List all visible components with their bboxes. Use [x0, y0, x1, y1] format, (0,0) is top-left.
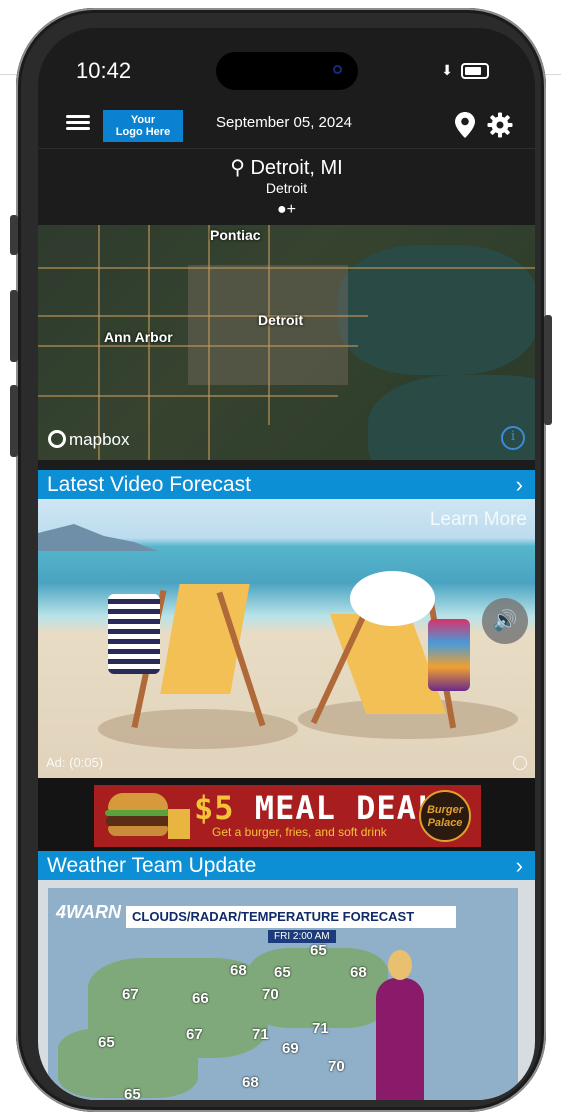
temp-label: 68	[350, 964, 367, 981]
app-header: Your Logo Here September 05, 2024	[38, 106, 535, 148]
header-date: September 05, 2024	[216, 114, 352, 131]
shadow	[98, 709, 298, 749]
ad-banner[interactable]: $5 MEAL DEAL Get a burger, fries, and so…	[94, 785, 481, 847]
temp-label: 68	[230, 962, 247, 979]
section-title: Latest Video Forecast	[47, 473, 251, 496]
speaker-icon[interactable]: 🔊	[482, 598, 528, 644]
location-subtitle: Detroit	[265, 180, 308, 196]
video-player[interactable]: Learn More 🔊 Ad: (0:05)	[38, 499, 535, 778]
dynamic-island	[216, 52, 358, 90]
silent-switch	[10, 215, 18, 255]
phone-screen: 10:42 ⬇ Your Logo Here September 05, 202…	[38, 28, 535, 1100]
radar-map[interactable]: Pontiac Ann Arbor Detroit mapbox i	[38, 225, 535, 460]
menu-icon[interactable]	[66, 112, 90, 134]
chevron-right-icon: ›	[515, 472, 523, 497]
camera-icon	[333, 65, 342, 74]
section-title: Weather Team Update	[47, 854, 257, 877]
battery-icon	[461, 63, 489, 80]
temp-label: 70	[262, 986, 279, 1003]
map-label-detroit: Detroit	[258, 312, 304, 328]
weather-video-thumbnail[interactable]: 4WARN CLOUDS/RADAR/TEMPERATURE FORECAST …	[38, 880, 535, 1100]
temp-label: 67	[186, 1026, 203, 1043]
burger-image	[100, 791, 190, 841]
station-logo: 4WARN	[56, 902, 122, 922]
striped-bag	[108, 594, 160, 674]
info-icon[interactable]: i	[501, 426, 525, 450]
learn-more-link[interactable]: Learn More	[430, 509, 527, 531]
gear-icon[interactable]	[487, 112, 513, 138]
location-pin-icon[interactable]	[455, 112, 475, 138]
status-icons: ⬇	[441, 62, 489, 80]
map-road	[38, 267, 535, 269]
location-bar: ⚲ Detroit, MI Detroit ●+	[38, 148, 535, 226]
status-bar: 10:42 ⬇	[38, 28, 535, 106]
map-road	[38, 315, 368, 317]
ad-countdown: Ad: (0:05)	[46, 755, 104, 770]
chevron-right-icon: ›	[515, 853, 523, 878]
map-label-ann-arbor: Ann Arbor	[104, 329, 173, 345]
logo-placeholder[interactable]: Your Logo Here	[103, 110, 183, 142]
temp-label: 70	[328, 1058, 345, 1075]
mountains	[38, 524, 158, 551]
location-arrow-icon: ⬇	[441, 62, 453, 78]
temp-label: 65	[124, 1086, 141, 1100]
temp-label: 65	[274, 964, 291, 981]
fries-image	[168, 809, 190, 839]
temp-label: 66	[192, 990, 209, 1007]
weather-team-section-header[interactable]: Weather Team Update ›	[38, 851, 535, 880]
volume-up-button	[10, 290, 18, 362]
mapbox-attribution[interactable]: mapbox	[48, 430, 129, 450]
ad-headline: $5 MEAL DEAL	[194, 789, 438, 827]
temp-label: 68	[242, 1074, 259, 1091]
temp-label: 69	[282, 1040, 299, 1057]
graphic-title: CLOUDS/RADAR/TEMPERATURE FORECAST	[126, 906, 456, 928]
map-road	[98, 225, 100, 460]
burger-palace-logo: Burger Palace	[419, 790, 471, 842]
latest-video-section-header[interactable]: Latest Video Forecast ›	[38, 470, 535, 499]
map-road	[208, 225, 210, 460]
mapbox-logo-icon	[48, 430, 66, 448]
power-button	[544, 315, 552, 425]
map-road	[38, 395, 338, 397]
temp-label: 65	[98, 1034, 115, 1051]
meteorologist	[368, 950, 428, 1100]
map-road	[38, 345, 358, 347]
location-pager[interactable]: ●+	[38, 201, 535, 219]
colorful-bag	[428, 619, 470, 691]
ad-subline: Get a burger, fries, and soft drink	[212, 825, 387, 839]
temp-label: 65	[310, 942, 327, 959]
map-label-pontiac: Pontiac	[210, 227, 261, 243]
sun-hat	[350, 571, 435, 626]
ad-banner-area: $5 MEAL DEAL Get a burger, fries, and so…	[38, 778, 535, 851]
volume-down-button	[10, 385, 18, 457]
lake-st-clair	[338, 245, 535, 375]
status-time: 10:42	[76, 58, 132, 83]
temp-label: 71	[312, 1020, 329, 1037]
location-pin-small-icon: ⚲	[230, 157, 245, 179]
temp-label: 67	[122, 986, 139, 1003]
location-city[interactable]: ⚲ Detroit, MI	[38, 155, 535, 180]
temp-label: 71	[252, 1026, 269, 1043]
ad-options-icon[interactable]	[513, 756, 527, 770]
